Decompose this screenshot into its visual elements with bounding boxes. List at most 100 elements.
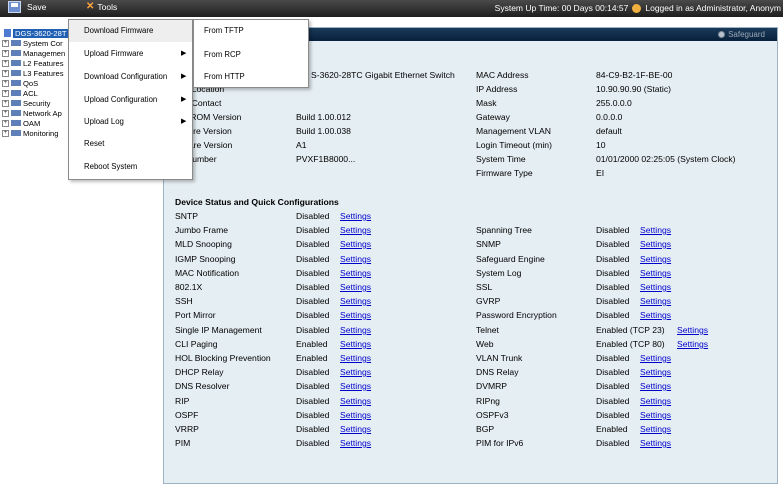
info-value: S-3620-28TC Gigabit Ethernet Switch [311,70,455,80]
settings-link[interactable]: Settings [640,239,671,249]
settings-link[interactable]: Settings [640,353,671,363]
folder-icon [11,110,21,116]
expand-icon[interactable]: + [2,99,9,107]
feature-name: DNS Resolver [175,381,230,391]
safeguard-indicator: Safeguard [718,30,765,39]
settings-link[interactable]: Settings [340,367,371,377]
feature-status: Disabled [296,239,330,249]
status-area: System Up Time: 00 Days 00:14:57 Logged … [495,3,781,13]
tools-menu-button[interactable]: ✕ Tools [86,1,117,12]
settings-link[interactable]: Settings [340,225,371,235]
settings-link[interactable]: Settings [677,325,708,335]
navigation-tree: DGS-3620-28T + System Cor + Managemen + L2 Fea… [0,28,68,138]
tree-item[interactable]: + Monitoring [0,128,68,138]
tree-root[interactable]: DGS-3620-28T [0,28,68,38]
menu-item[interactable]: Download Firmware [84,26,153,35]
settings-link[interactable]: Settings [640,282,671,292]
expand-icon[interactable]: + [2,59,9,67]
settings-link[interactable]: Settings [340,438,371,448]
save-button[interactable]: Save [8,1,46,13]
feature-status: Disabled [596,367,630,377]
settings-link[interactable]: Settings [340,211,371,221]
submenu-item[interactable]: From TFTP [204,26,244,35]
settings-link[interactable]: Settings [640,381,671,391]
settings-link[interactable]: Settings [640,268,671,278]
settings-link[interactable]: Settings [640,296,671,306]
feature-name: PIM for IPv6 [476,438,524,448]
safeguard-icon [718,31,726,38]
tree-item[interactable]: + OAM [0,118,68,128]
info-value: EI [596,168,605,178]
menu-item[interactable]: Reset [84,139,104,148]
settings-link[interactable]: Settings [640,367,671,377]
submenu-arrow-icon: ▶ [181,96,187,103]
feature-name: Safeguard Engine [476,254,545,264]
expand-icon[interactable]: + [2,89,9,97]
tree-item[interactable]: + L3 Features [0,68,68,78]
menu-item[interactable]: Reboot System [84,162,137,171]
settings-link[interactable]: Settings [340,296,371,306]
settings-link[interactable]: Settings [640,396,671,406]
settings-link[interactable]: Settings [340,268,371,278]
feature-status: Disabled [296,296,330,306]
settings-link[interactable]: Settings [340,396,371,406]
feature-status: Disabled [596,296,630,306]
feature-status: Disabled [296,410,330,420]
feature-name: Password Encryption [476,310,557,320]
feature-name: VLAN Trunk [476,353,523,363]
tree-item[interactable]: + System Cor [0,38,68,48]
expand-icon[interactable]: + [2,109,9,117]
folder-icon [11,70,21,76]
info-label: System Time [476,154,526,164]
feature-name: MLD Snooping [175,239,232,249]
info-value: Build 1.00.012 [296,112,351,122]
tree-item-label: QoS [23,78,39,88]
tree-item[interactable]: + L2 Features [0,58,68,68]
settings-link[interactable]: Settings [640,424,671,434]
settings-link[interactable]: Settings [340,353,371,363]
feature-status: Disabled [296,282,330,292]
menu-item[interactable]: Upload Firmware [84,49,143,58]
tree-item[interactable]: + QoS [0,78,68,88]
expand-icon[interactable]: + [2,69,9,77]
expand-icon[interactable]: + [2,119,9,127]
tree-item[interactable]: + ACL [0,88,68,98]
submenu-item[interactable]: From HTTP [204,72,245,81]
expand-icon[interactable]: + [2,129,9,137]
folder-icon [11,120,21,126]
settings-link[interactable]: Settings [640,225,671,235]
settings-link[interactable]: Settings [340,424,371,434]
menu-item[interactable]: Upload Log [84,117,124,126]
expand-icon[interactable]: + [2,79,9,87]
settings-link[interactable]: Settings [340,381,371,391]
tree-item[interactable]: + Managemen [0,48,68,58]
expand-icon[interactable]: + [2,49,9,57]
settings-link[interactable]: Settings [640,410,671,420]
feature-status: Disabled [296,438,330,448]
info-label: Firmware Type [476,168,533,178]
settings-link[interactable]: Settings [640,254,671,264]
settings-link[interactable]: Settings [340,325,371,335]
tree-root-label: DGS-3620-28T [13,28,68,38]
feature-name: OSPF [175,410,199,420]
settings-link[interactable]: Settings [340,282,371,292]
menu-item[interactable]: Download Configuration [84,72,167,81]
tree-item-label: System Cor [23,38,63,48]
settings-link[interactable]: Settings [340,254,371,264]
folder-icon [11,80,21,86]
tree-item[interactable]: + Security [0,98,68,108]
settings-link[interactable]: Settings [640,438,671,448]
settings-link[interactable]: Settings [340,410,371,420]
submenu-item[interactable]: From RCP [204,50,241,59]
settings-link[interactable]: Settings [640,310,671,320]
expand-icon[interactable]: + [2,39,9,47]
settings-link[interactable]: Settings [340,310,371,320]
info-value: 10.90.90.90 (Static) [596,84,672,94]
safeguard-label: Safeguard [728,30,765,39]
menu-item[interactable]: Upload Configuration [84,95,157,104]
settings-link[interactable]: Settings [340,339,371,349]
settings-link[interactable]: Settings [340,239,371,249]
feature-name: SNMP [476,239,501,249]
settings-link[interactable]: Settings [677,339,708,349]
tree-item[interactable]: + Network Ap [0,108,68,118]
